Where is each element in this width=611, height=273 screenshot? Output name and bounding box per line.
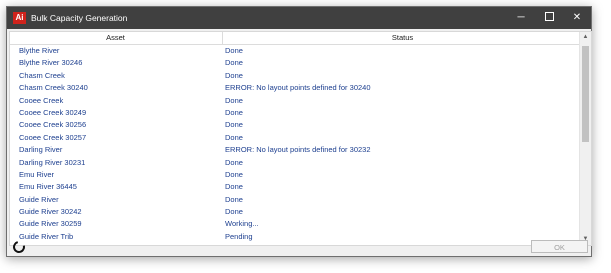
asset-cell: Blythe River [19, 46, 60, 55]
table-row[interactable]: Darling River ERROR: No layout points def… [10, 144, 581, 156]
table-row[interactable]: Chasm Creek 30240 ERROR: No layout points… [10, 82, 581, 94]
status-cell: Done [225, 70, 243, 80]
column-header-status[interactable]: Status [222, 32, 582, 44]
asset-cell: Guide River [19, 194, 59, 204]
table-row[interactable]: Blythe River 30246 Done [10, 57, 581, 69]
table-row[interactable]: Cooee Creek 30256 Done [10, 119, 581, 131]
bulk-capacity-window: Ai Bulk Capacity Generation ─ ✕ Asset St… [6, 6, 592, 257]
table-row[interactable]: Guide River Done [10, 194, 581, 206]
table-row[interactable]: Cooee Creek Done [10, 95, 581, 107]
table-row[interactable]: Cooee Creek 30257 Done [10, 132, 581, 144]
table-row[interactable]: Guide River 30242 Done [10, 206, 581, 218]
status-cell: Done [225, 46, 243, 55]
table-row[interactable]: Emu River 36445 Done [10, 181, 581, 193]
window-title: Bulk Capacity Generation [31, 13, 128, 23]
maximize-icon [544, 11, 554, 21]
status-cell: Done [225, 120, 243, 130]
asset-cell: Emu River [19, 169, 55, 179]
asset-cell: Guide River Trib [19, 231, 74, 241]
status-cell: ERROR: No layout points defined for 3023… [225, 145, 371, 155]
asset-cell: Darling River [19, 145, 63, 155]
status-cell: Done [225, 169, 243, 179]
status-cell: Done [225, 194, 243, 204]
status-cell: Working... [225, 219, 259, 229]
asset-cell: Chasm Creek 30240 [19, 83, 88, 93]
table-row[interactable]: Cooee Creek 30249 Done [10, 107, 581, 119]
status-cell: Done [225, 95, 243, 105]
asset-cell: Cooee Creek 30249 [19, 107, 87, 117]
table-row[interactable]: Blythe River Done [10, 45, 581, 57]
close-button[interactable]: ✕ [562, 7, 592, 29]
table-row[interactable]: Guide River 30259 Working... [10, 218, 581, 230]
status-cell: Done [225, 157, 243, 167]
status-cell: Pending [225, 231, 253, 241]
asset-cell: Guide River 30242 [19, 207, 82, 217]
ok-button[interactable]: OK [531, 240, 588, 253]
minimize-icon: ─ [517, 12, 525, 23]
status-cell: ERROR: No layout points defined for 3024… [225, 83, 371, 93]
asset-cell: Emu River 36445 [19, 182, 77, 192]
results-grid[interactable]: Asset Status Blythe River Done Blythe Rive… [9, 31, 592, 246]
scroll-up-icon[interactable]: ▲ [580, 32, 591, 43]
asset-cell: Blythe River 30246 [19, 58, 83, 68]
table-row[interactable]: Darling River 30231 Done [10, 157, 581, 169]
title-bar[interactable]: Ai Bulk Capacity Generation ─ ✕ [7, 7, 591, 29]
minimize-button[interactable]: ─ [506, 7, 536, 29]
status-cell: Done [225, 132, 243, 142]
close-icon: ✕ [572, 12, 582, 23]
status-cell: Done [225, 107, 243, 117]
asset-cell: Guide River 30259 [19, 219, 82, 229]
vertical-scrollbar[interactable]: ▲ ▼ [579, 32, 591, 245]
asset-cell: Cooee Creek 30256 [19, 120, 87, 130]
status-cell: Done [225, 58, 243, 68]
status-cell: Done [225, 207, 243, 217]
asset-cell: Darling River 30231 [19, 157, 86, 167]
asset-cell: Chasm Creek [19, 70, 65, 80]
grid-header: Asset Status [10, 32, 581, 45]
table-row[interactable]: Guide River Trib Pending [10, 231, 581, 243]
grid-rows: Blythe River Done Blythe River 30246 Done Ch… [10, 45, 581, 243]
column-header-asset[interactable]: Asset [10, 32, 221, 44]
asset-cell: Cooee Creek 30257 [19, 132, 87, 142]
table-row[interactable]: Emu River Done [10, 169, 581, 181]
status-cell: Done [225, 182, 243, 192]
app-icon: Ai [13, 12, 26, 24]
table-row[interactable]: Chasm Creek Done [10, 70, 581, 82]
asset-cell: Cooee Creek [19, 95, 64, 105]
scroll-thumb[interactable] [582, 46, 589, 142]
maximize-button[interactable] [534, 7, 564, 29]
